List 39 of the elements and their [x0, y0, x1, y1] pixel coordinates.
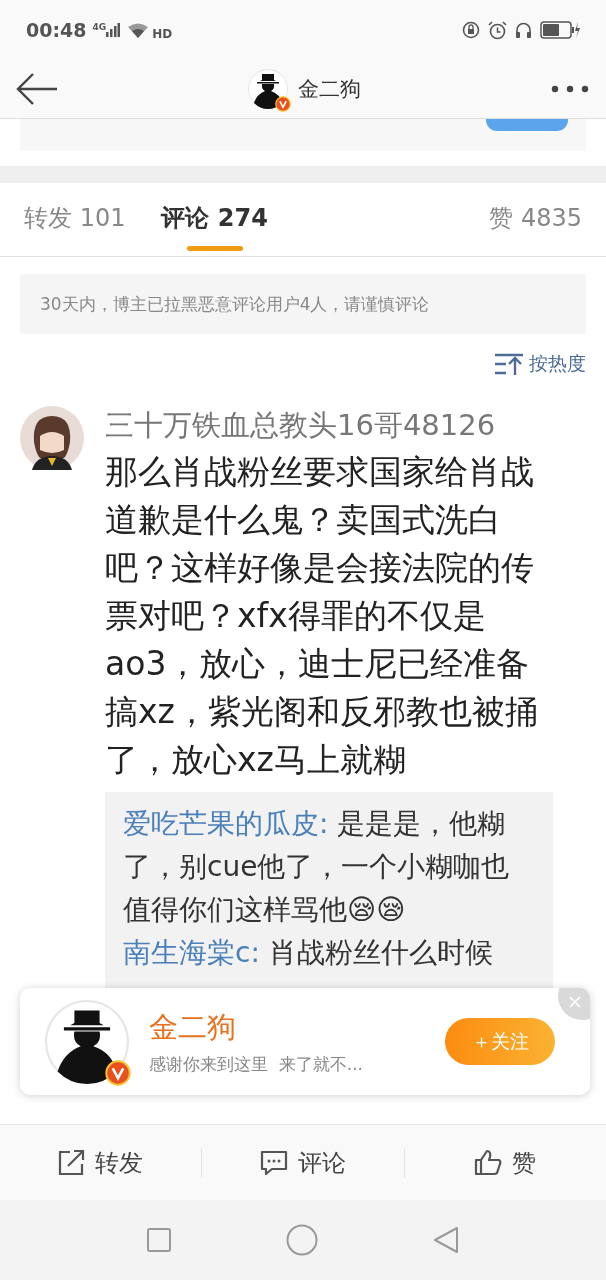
avatar-icon: [45, 999, 129, 1084]
comment-button[interactable]: 评论: [202, 1146, 404, 1179]
thumbs-up-icon: [474, 1149, 503, 1176]
hd-call-label: HD: [152, 27, 173, 41]
alarm-icon: [488, 20, 507, 40]
rotation-lock-icon: [462, 21, 480, 39]
reply-author[interactable]: 爱吃芒果的瓜皮:: [123, 807, 329, 840]
close-icon[interactable]: [569, 996, 581, 1008]
share-icon: [58, 1149, 86, 1176]
home-icon[interactable]: [286, 1224, 318, 1256]
tab[interactable]: 赞 4835: [489, 202, 582, 256]
network-label: 4G: [92, 22, 107, 32]
back-icon[interactable]: [16, 72, 58, 106]
recent-apps-icon[interactable]: [147, 1228, 172, 1252]
headphones-icon: [515, 21, 532, 39]
like-button[interactable]: 赞: [404, 1146, 606, 1179]
sort-icon[interactable]: [494, 352, 524, 376]
reply-text: 南生海棠c: 肖战粉丝什么时候: [123, 935, 494, 971]
reply-text: 爱吃芒果的瓜皮: 是是是，他糊了，别cue他了，一个小糊咖也值得你们这样骂他😪😪: [123, 806, 511, 928]
tab[interactable]: 评论 274: [161, 202, 268, 256]
signal-icon: [106, 23, 121, 37]
sort-button[interactable]: 按热度: [529, 351, 586, 377]
profile-name[interactable]: 金二狗: [149, 1007, 445, 1047]
reply-author[interactable]: 南生海棠c:: [123, 936, 260, 969]
comment-author[interactable]: 三十万铁血总教头16哥48126: [105, 406, 553, 444]
tab[interactable]: 转发 101: [24, 202, 126, 256]
avatar-icon: [247, 69, 288, 109]
clock-time: 00:48: [26, 19, 87, 41]
profile-bio: 感谢你来到这里 来了就不...: [149, 1053, 365, 1076]
wifi-icon: [128, 22, 149, 38]
comment-icon: [260, 1149, 288, 1176]
comment-text: 那么肖战粉丝要求国家给肖战道歉是什么鬼？卖国式洗白吧？这样好像是会接法院的传票对吧？xfx得罪的不仅是ao3，放心，迪士尼已经准备搞xz，紫光阁和反邪教也被捅了，放心xz马上就糊: [105, 451, 539, 781]
battery-icon: [540, 21, 580, 39]
back-nav-icon[interactable]: [432, 1226, 459, 1254]
share-button[interactable]: 转发: [0, 1146, 202, 1179]
profile-name[interactable]: 金二狗: [297, 75, 361, 103]
avatar-icon[interactable]: [20, 406, 84, 470]
more-icon[interactable]: [550, 84, 590, 94]
notice-banner: 30天内，博主已拉黑恶意评论用户4人，请谨慎评论: [20, 274, 586, 334]
